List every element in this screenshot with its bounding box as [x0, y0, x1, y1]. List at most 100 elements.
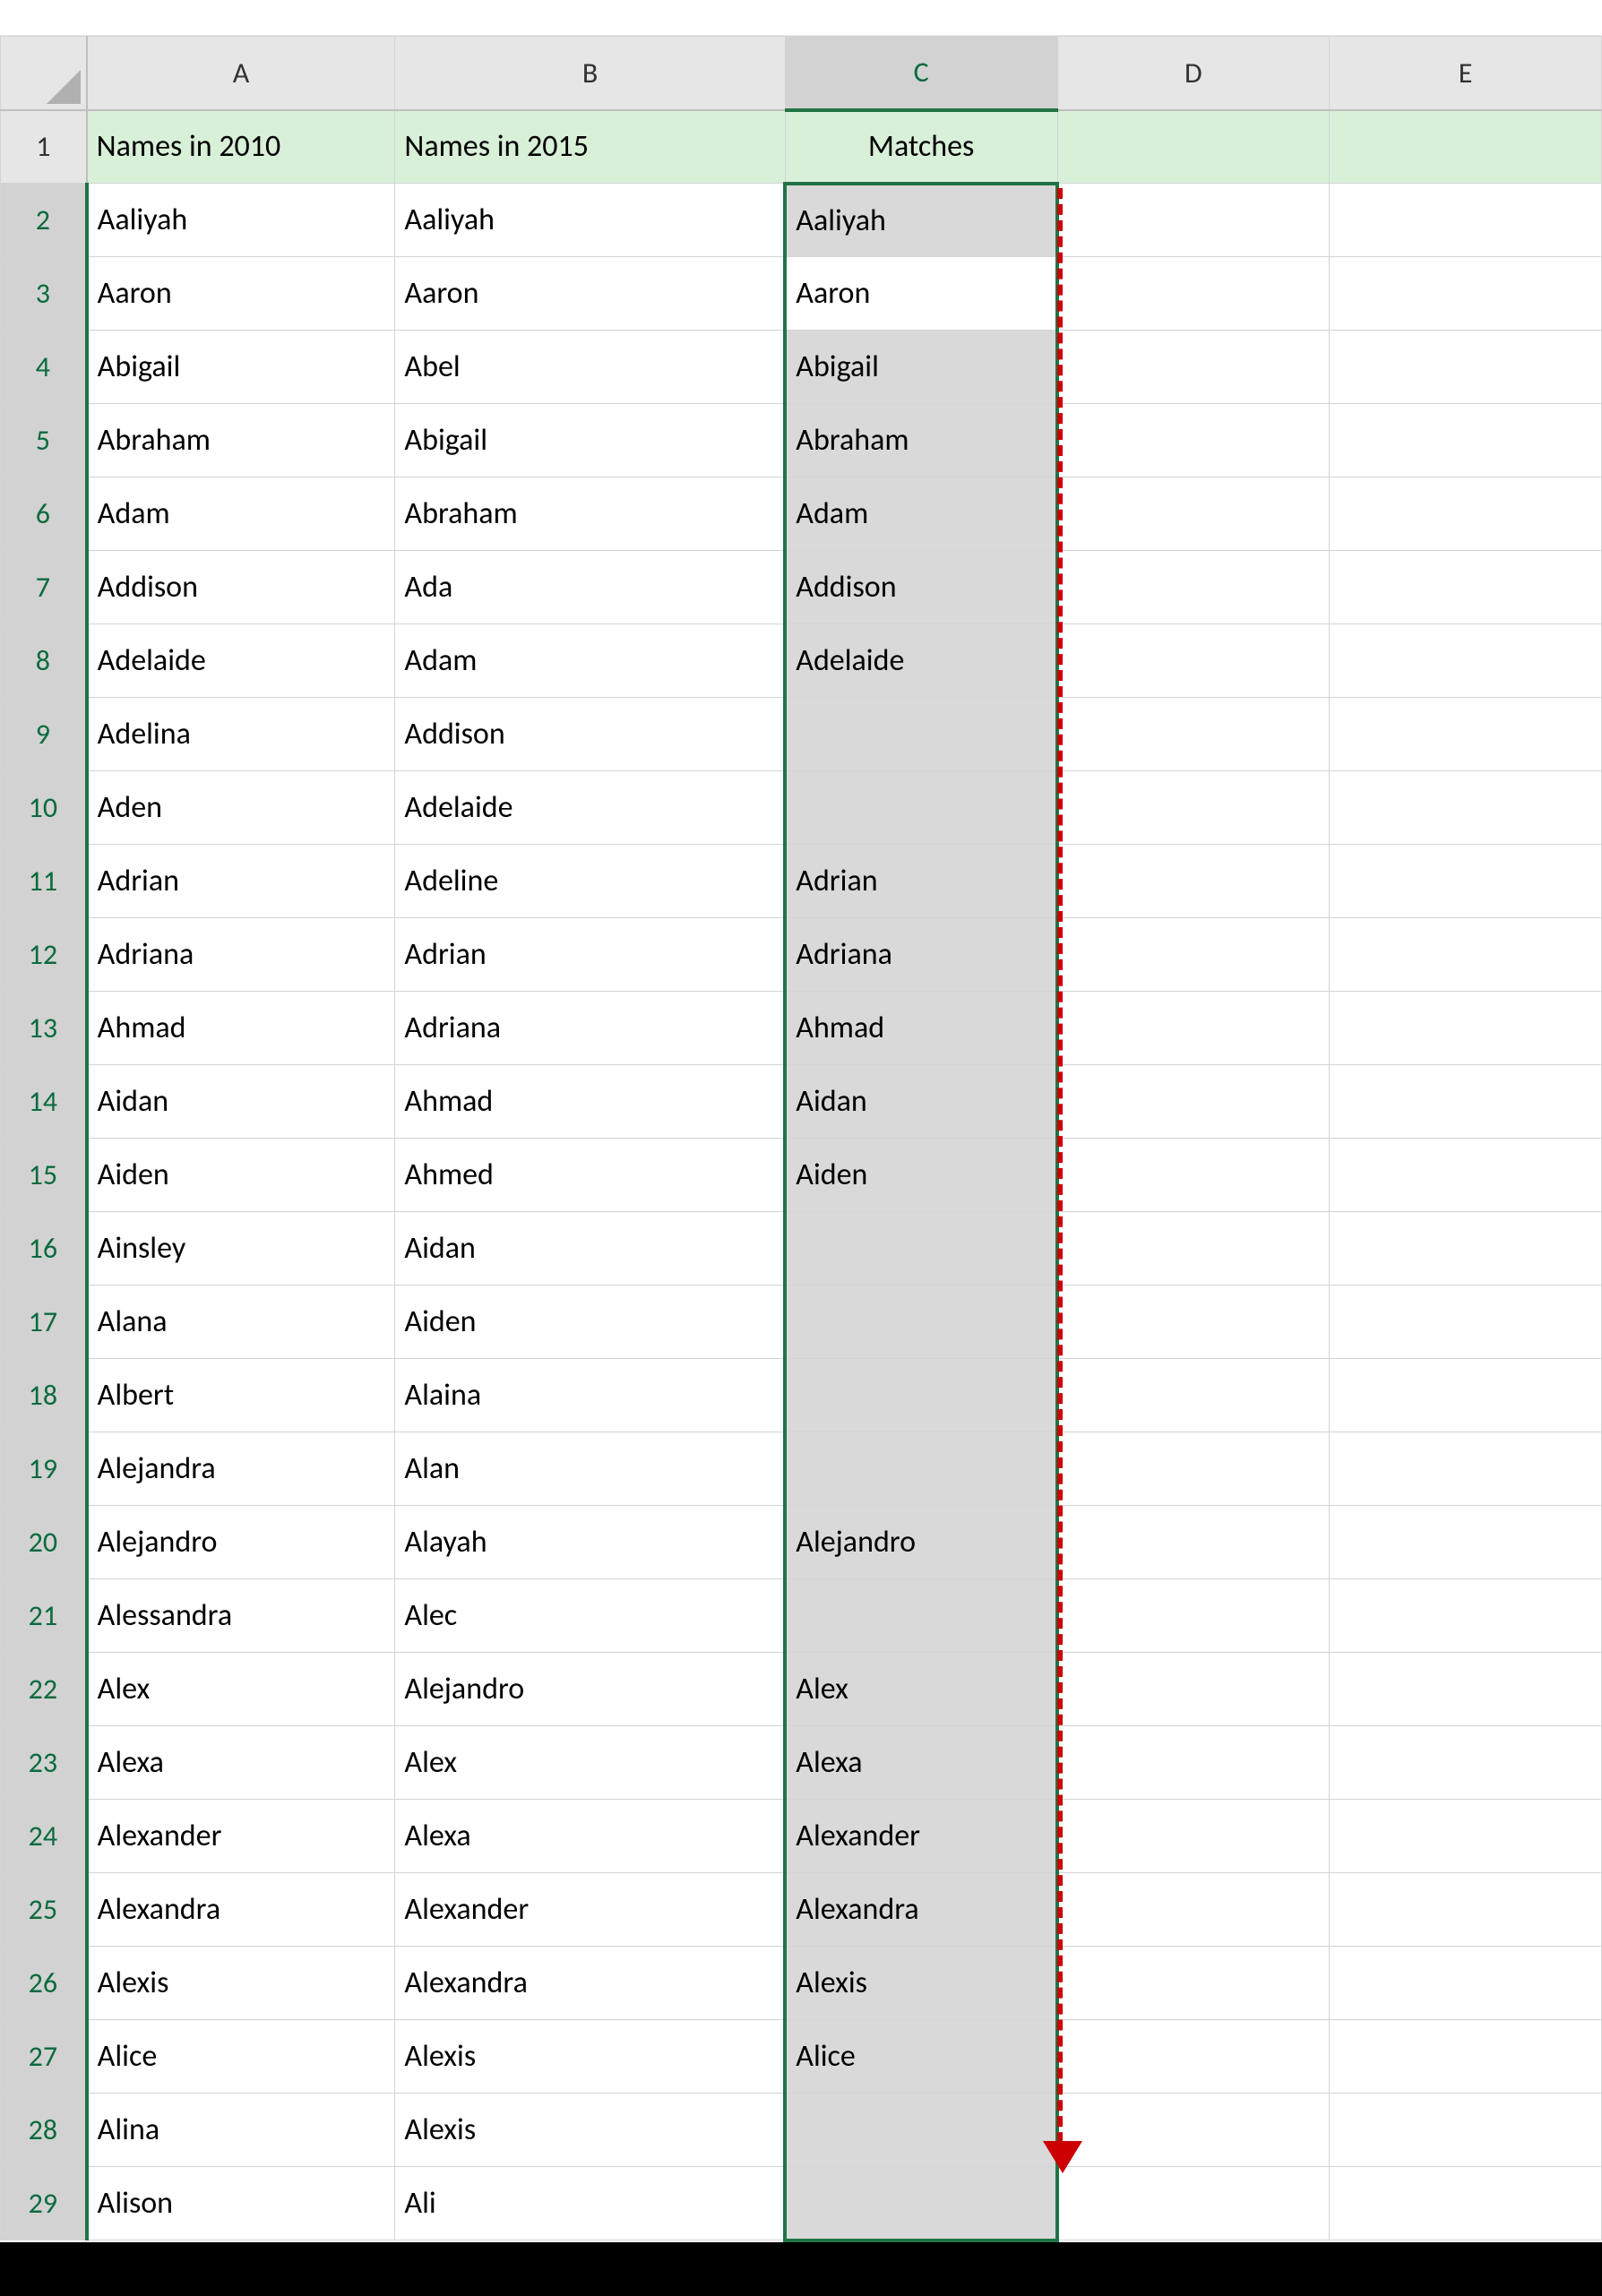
cell[interactable]	[1330, 1506, 1602, 1579]
cell[interactable]	[1057, 1947, 1330, 2020]
cell[interactable]	[1330, 551, 1602, 624]
row-header[interactable]: 6	[1, 477, 87, 551]
cell[interactable]: Alexis	[395, 2020, 785, 2094]
row-header[interactable]: 4	[1, 331, 87, 404]
cell[interactable]	[1057, 404, 1330, 477]
cell[interactable]	[785, 1359, 1057, 1432]
cell[interactable]: Ahmed	[395, 1139, 785, 1212]
cell[interactable]	[1330, 698, 1602, 771]
row-header[interactable]: 21	[1, 1579, 87, 1653]
row-header[interactable]: 5	[1, 404, 87, 477]
col-header-B[interactable]: B	[395, 37, 785, 110]
cell[interactable]: Aiden	[87, 1139, 395, 1212]
cell[interactable]: Aidan	[395, 1212, 785, 1286]
cell[interactable]	[1057, 1432, 1330, 1506]
cell[interactable]: Addison	[87, 551, 395, 624]
col-header-C[interactable]: C	[785, 37, 1057, 110]
cell[interactable]	[1057, 184, 1330, 257]
cell[interactable]: Alina	[87, 2094, 395, 2167]
cell[interactable]: Alexandra	[785, 1873, 1057, 1947]
cell[interactable]	[1057, 1873, 1330, 1947]
cell[interactable]: Names in 2010	[87, 110, 395, 184]
cell[interactable]	[1057, 110, 1330, 184]
row-header[interactable]: 27	[1, 2020, 87, 2094]
row-header[interactable]: 12	[1, 918, 87, 992]
cell[interactable]	[1330, 1800, 1602, 1873]
cell[interactable]: Abigail	[395, 404, 785, 477]
row-header[interactable]: 24	[1, 1800, 87, 1873]
cell[interactable]: Adrian	[87, 845, 395, 918]
cell[interactable]: Adam	[395, 624, 785, 698]
cell[interactable]	[785, 1286, 1057, 1359]
cell[interactable]	[1330, 1579, 1602, 1653]
cell[interactable]: Alayah	[395, 1506, 785, 1579]
row-header[interactable]: 8	[1, 624, 87, 698]
cell[interactable]	[1330, 624, 1602, 698]
cell[interactable]	[1057, 331, 1330, 404]
cell[interactable]	[1057, 1065, 1330, 1139]
cell[interactable]	[1057, 477, 1330, 551]
col-header-D[interactable]: D	[1057, 37, 1330, 110]
row-header[interactable]: 18	[1, 1359, 87, 1432]
cell[interactable]	[1330, 918, 1602, 992]
cell[interactable]	[785, 1432, 1057, 1506]
cell[interactable]: Adelaide	[395, 771, 785, 845]
cell[interactable]	[1330, 1286, 1602, 1359]
row-header[interactable]: 25	[1, 1873, 87, 1947]
row-header[interactable]: 1	[1, 110, 87, 184]
cell[interactable]: Alice	[87, 2020, 395, 2094]
cell[interactable]: Names in 2015	[395, 110, 785, 184]
cell[interactable]: Adam	[87, 477, 395, 551]
cell[interactable]: Alex	[87, 1653, 395, 1726]
cell[interactable]: Ahmad	[395, 1065, 785, 1139]
cell[interactable]	[1330, 1873, 1602, 1947]
cell[interactable]: Alex	[395, 1726, 785, 1800]
row-header[interactable]: 28	[1, 2094, 87, 2167]
cell[interactable]: Alejandra	[87, 1432, 395, 1506]
cell[interactable]	[1330, 404, 1602, 477]
col-header-E[interactable]: E	[1330, 37, 1602, 110]
cell[interactable]: Alex	[785, 1653, 1057, 1726]
cell[interactable]: Aaron	[785, 257, 1057, 331]
cell[interactable]: Ainsley	[87, 1212, 395, 1286]
cell[interactable]: Adrian	[785, 845, 1057, 918]
cell[interactable]: Aaron	[395, 257, 785, 331]
cell[interactable]: Aiden	[785, 1139, 1057, 1212]
row-header[interactable]: 23	[1, 1726, 87, 1800]
cell[interactable]: Alejandro	[87, 1506, 395, 1579]
cell[interactable]	[1057, 2094, 1330, 2167]
cell[interactable]: Adrian	[395, 918, 785, 992]
cell[interactable]	[1330, 771, 1602, 845]
row-header[interactable]: 3	[1, 257, 87, 331]
cell[interactable]: Abigail	[785, 331, 1057, 404]
cell[interactable]: Alessandra	[87, 1579, 395, 1653]
cell[interactable]: Ahmad	[785, 992, 1057, 1065]
cell[interactable]	[1057, 551, 1330, 624]
cell[interactable]: Adriana	[87, 918, 395, 992]
cell[interactable]: Aaliyah	[395, 184, 785, 257]
cell[interactable]	[1057, 2167, 1330, 2240]
col-header-A[interactable]: A	[87, 37, 395, 110]
row-header[interactable]: 17	[1, 1286, 87, 1359]
cell[interactable]: Alexis	[395, 2094, 785, 2167]
cell[interactable]: Aaliyah	[87, 184, 395, 257]
cell[interactable]: Abraham	[395, 477, 785, 551]
cell[interactable]	[1057, 698, 1330, 771]
row-header[interactable]: 7	[1, 551, 87, 624]
cell[interactable]	[785, 2094, 1057, 2167]
cell[interactable]	[1330, 477, 1602, 551]
cell[interactable]: Ali	[395, 2167, 785, 2240]
cell[interactable]	[1330, 1139, 1602, 1212]
row-header[interactable]: 2	[1, 184, 87, 257]
cell[interactable]: Aiden	[395, 1286, 785, 1359]
cell[interactable]	[1057, 1359, 1330, 1432]
cell[interactable]	[1057, 771, 1330, 845]
cell[interactable]: Adeline	[395, 845, 785, 918]
row-header[interactable]: 26	[1, 1947, 87, 2020]
cell[interactable]	[785, 2167, 1057, 2240]
cell[interactable]: Aidan	[87, 1065, 395, 1139]
row-header[interactable]: 14	[1, 1065, 87, 1139]
cell[interactable]	[1330, 1065, 1602, 1139]
row-header[interactable]: 15	[1, 1139, 87, 1212]
cell[interactable]: Alexis	[785, 1947, 1057, 2020]
